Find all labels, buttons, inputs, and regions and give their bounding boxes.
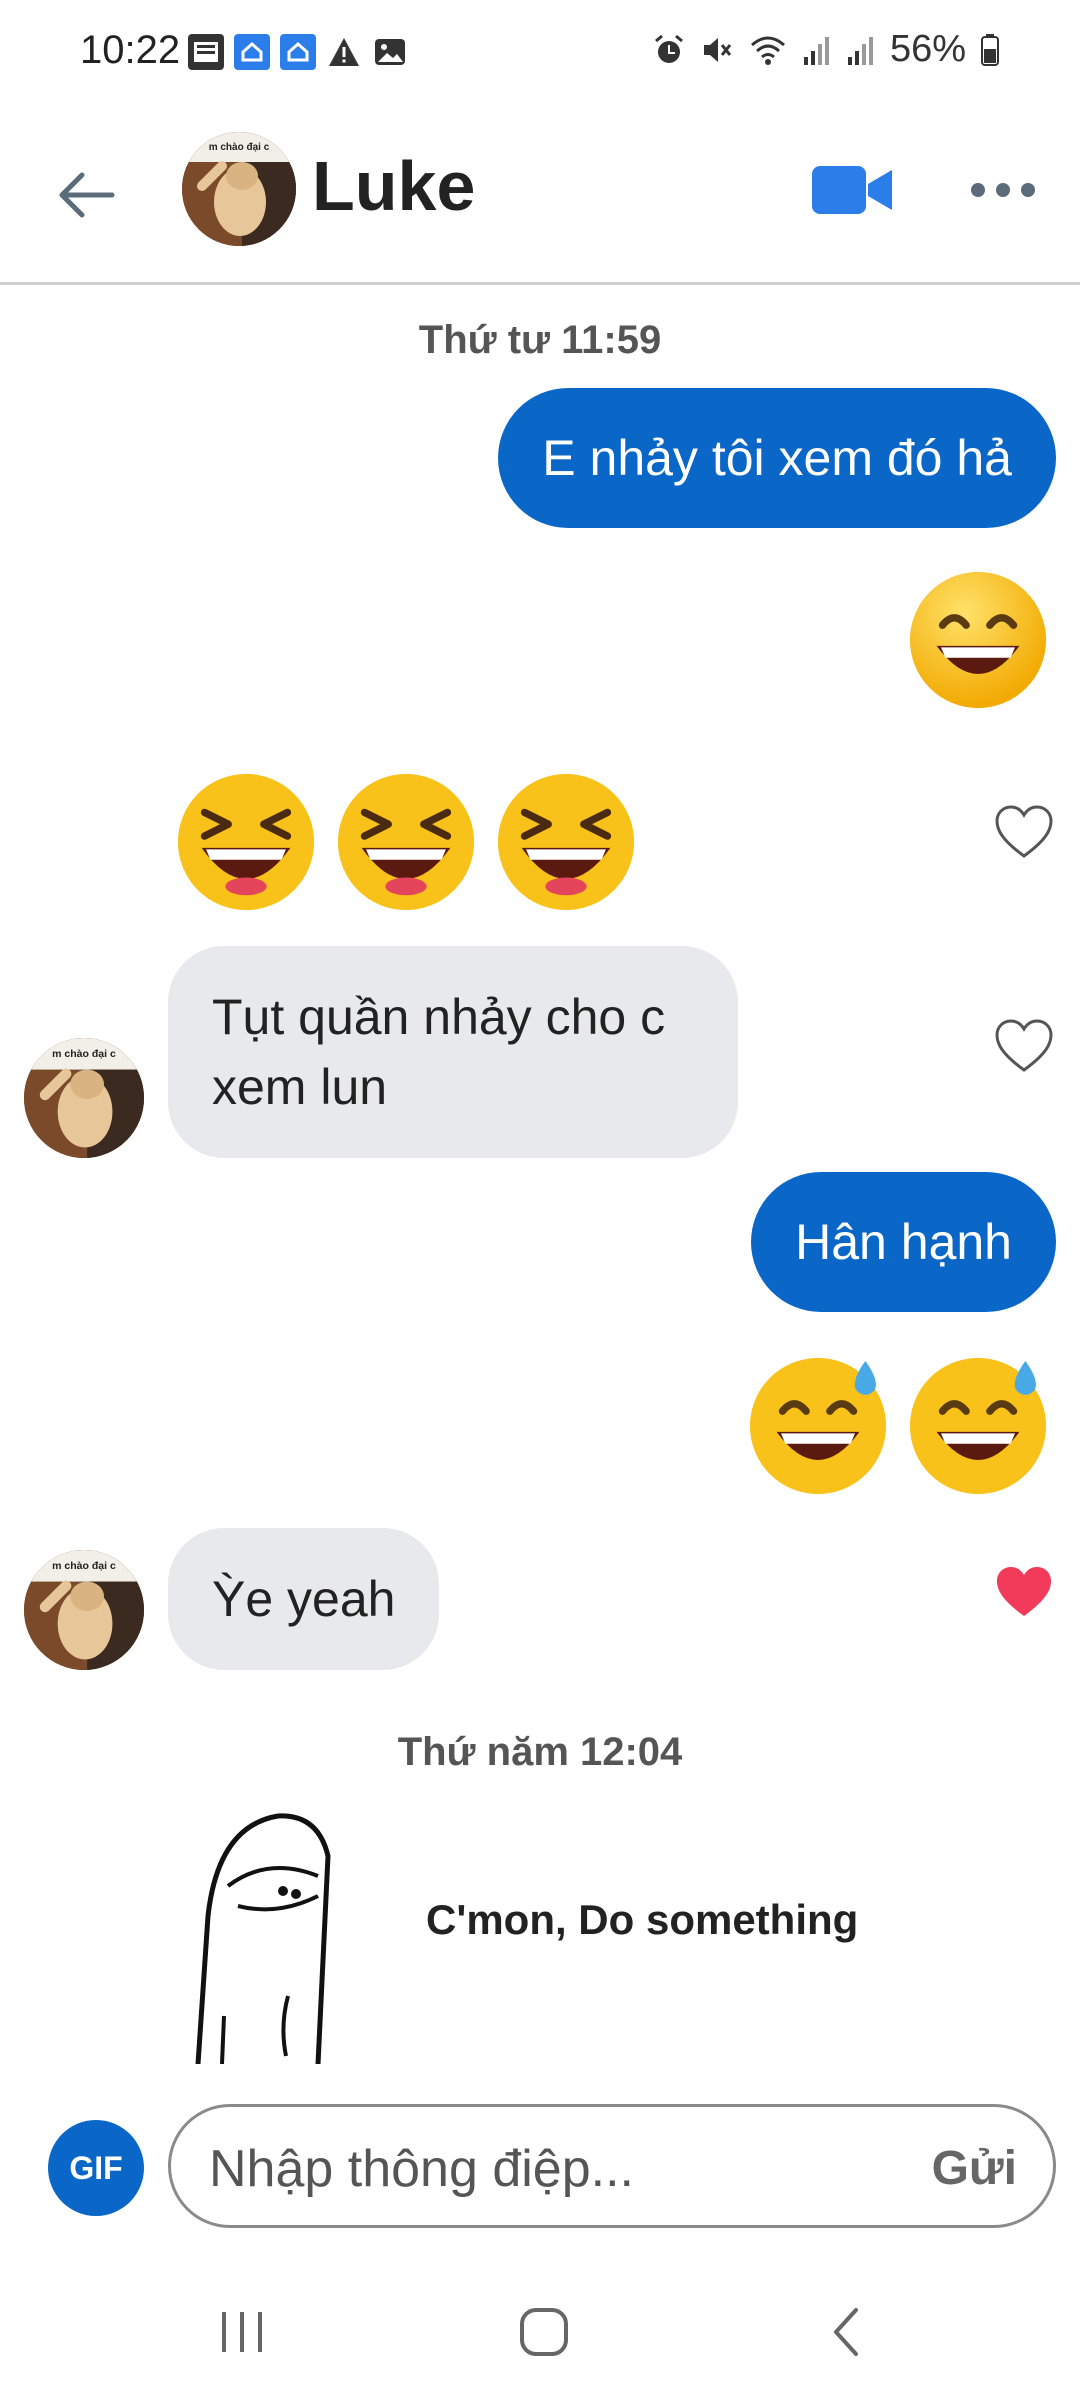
more-options-button[interactable] bbox=[968, 170, 1038, 210]
status-right: 56% bbox=[652, 28, 1000, 71]
wifi-icon bbox=[750, 36, 785, 65]
system-navigation-bar bbox=[0, 2260, 1080, 2400]
outgoing-emoji-message[interactable] bbox=[744, 1352, 1052, 1500]
incoming-message[interactable]: Ỳe yeah bbox=[168, 1528, 440, 1670]
bao-moi-icon bbox=[188, 34, 224, 70]
heart-outline-icon bbox=[995, 805, 1053, 858]
sticker-message[interactable]: C'mon, Do something bbox=[168, 1796, 928, 2064]
contact-avatar[interactable]: m chào đại c bbox=[182, 132, 296, 246]
warning-icon bbox=[326, 34, 362, 70]
status-bar: 10:22 56% bbox=[0, 0, 1080, 110]
notification-icon bbox=[280, 34, 316, 70]
video-camera-icon bbox=[812, 166, 892, 214]
message-composer: GIF Nhập thông điệp... Gửi bbox=[0, 2064, 1080, 2244]
send-button[interactable]: Gửi bbox=[932, 2141, 1017, 2196]
avatar-caption: m chào đại c bbox=[209, 142, 270, 153]
message-input[interactable]: Nhập thông điệp... Gửi bbox=[168, 2104, 1056, 2228]
message-input-placeholder: Nhập thông điệp... bbox=[209, 2140, 634, 2198]
outgoing-message[interactable]: Hân hạnh bbox=[751, 1172, 1056, 1312]
chat-header: m chào đại c Luke bbox=[0, 110, 1080, 285]
avatar-caption: m chào đại c bbox=[52, 1560, 116, 1572]
like-heart-button[interactable] bbox=[994, 1564, 1054, 1620]
like-heart-button[interactable] bbox=[994, 1018, 1054, 1074]
sticker-drawing bbox=[195, 1813, 331, 2064]
incoming-emoji-message[interactable] bbox=[172, 768, 640, 916]
message-text: Hân hạnh bbox=[795, 1214, 1012, 1270]
message-text: Tụt quần nhảy cho c xem lun bbox=[212, 989, 666, 1115]
grinning-face-icon bbox=[909, 571, 1047, 709]
contact-name[interactable]: Luke bbox=[312, 146, 475, 226]
signal-icon bbox=[803, 36, 829, 65]
like-heart-button[interactable] bbox=[994, 804, 1054, 860]
video-call-button[interactable] bbox=[810, 160, 894, 220]
heart-outline-icon bbox=[995, 1019, 1053, 1072]
heart-filled-icon bbox=[997, 1567, 1051, 1616]
grinning-sweat-face-icon bbox=[749, 1357, 887, 1495]
home-icon bbox=[520, 2308, 568, 2356]
battery-percent: 56% bbox=[889, 28, 966, 70]
outgoing-message[interactable]: E nhảy tôi xem đó hả bbox=[498, 388, 1056, 528]
laughing-face-icon bbox=[177, 773, 315, 911]
timestamp-divider: Thứ năm 12:04 bbox=[397, 1730, 683, 1774]
arrow-left-icon bbox=[59, 172, 115, 218]
more-horizontal-icon bbox=[971, 183, 1035, 197]
message-text: Ỳe yeah bbox=[212, 1571, 396, 1627]
mute-icon bbox=[703, 37, 732, 62]
home-button[interactable] bbox=[504, 2300, 584, 2364]
chevron-left-icon bbox=[834, 2308, 858, 2356]
recent-apps-icon bbox=[222, 2312, 262, 2352]
sender-avatar[interactable]: m chào đại c bbox=[24, 1038, 144, 1158]
gif-button[interactable]: GIF bbox=[48, 2120, 144, 2216]
laughing-face-icon bbox=[497, 773, 635, 911]
sender-avatar[interactable]: m chào đại c bbox=[24, 1550, 144, 1670]
alarm-icon bbox=[654, 34, 683, 63]
laughing-face-icon bbox=[337, 773, 475, 911]
recent-apps-button[interactable] bbox=[202, 2300, 282, 2364]
status-left-icons bbox=[188, 34, 408, 70]
system-back-button[interactable] bbox=[808, 2300, 888, 2364]
grinning-sweat-face-icon bbox=[909, 1357, 1047, 1495]
battery-icon bbox=[981, 33, 999, 66]
message-text: E nhảy tôi xem đó hả bbox=[542, 430, 1012, 486]
avatar-caption: m chào đại c bbox=[52, 1048, 116, 1060]
image-icon bbox=[372, 34, 408, 70]
status-time: 10:22 bbox=[80, 28, 181, 72]
signal-icon bbox=[847, 36, 873, 65]
sticker-caption: C'mon, Do something bbox=[426, 1896, 859, 1943]
outgoing-emoji-message[interactable] bbox=[904, 566, 1052, 714]
timestamp-divider: Thứ tư 11:59 bbox=[418, 318, 662, 362]
incoming-message[interactable]: Tụt quần nhảy cho c xem lun bbox=[168, 946, 738, 1158]
back-button[interactable] bbox=[52, 160, 122, 230]
notification-icon bbox=[234, 34, 270, 70]
